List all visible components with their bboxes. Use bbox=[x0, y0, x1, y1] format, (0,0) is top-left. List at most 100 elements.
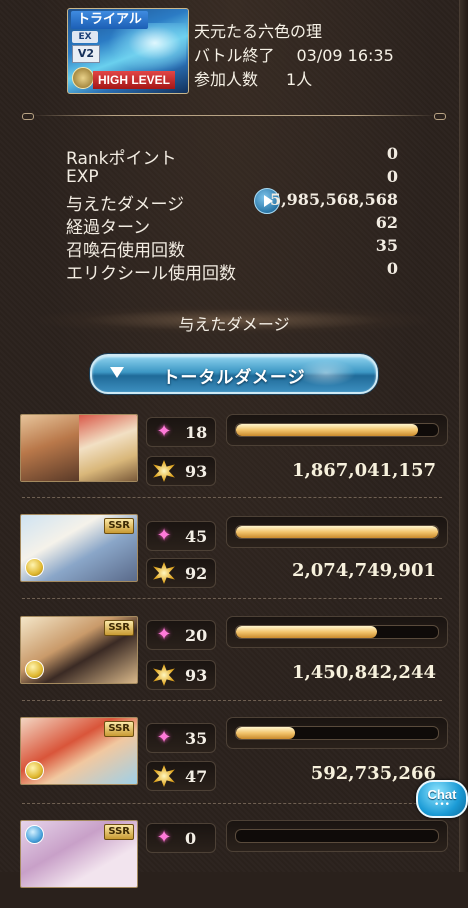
total-damage-button[interactable]: トータルダメージ bbox=[90, 354, 378, 394]
pink-star-icon: ✦ bbox=[156, 525, 172, 546]
skill-count-box: ✦ 0 bbox=[146, 823, 216, 853]
skill-count-box: ✦ 45 bbox=[146, 521, 216, 551]
stat-turns: 経過ターン 62 bbox=[66, 213, 398, 238]
damage-bar-fill bbox=[236, 526, 438, 538]
skill-count: 45 bbox=[185, 527, 208, 546]
ca-count-box: 47 bbox=[146, 761, 216, 791]
stat-value: 5,985,568,568 bbox=[269, 190, 398, 209]
stat-label: EXP bbox=[66, 167, 99, 187]
pink-star-icon: ✦ bbox=[156, 624, 172, 645]
scrollbar[interactable] bbox=[459, 0, 468, 872]
character-row: SSR ✦ 45 92 2,074,749,901 bbox=[20, 514, 448, 602]
character-row: SSR ✦ 35 47 592,735,266 bbox=[20, 717, 448, 805]
ca-count-box: 93 bbox=[146, 660, 216, 690]
character-portrait[interactable]: SSR bbox=[20, 514, 138, 582]
participants-row: 参加人数 1人 bbox=[194, 66, 312, 90]
ssr-badge: SSR bbox=[104, 721, 134, 737]
chat-dots-icon: ••• bbox=[434, 800, 450, 810]
stat-label: 召喚石使用回数 bbox=[66, 241, 185, 261]
portrait-right-half bbox=[79, 415, 137, 481]
row-separator bbox=[22, 497, 442, 498]
stat-damage: 与えたダメージ 5,985,568,568 bbox=[66, 188, 398, 215]
stat-value: 0 bbox=[386, 259, 398, 278]
portrait-left-half bbox=[21, 415, 79, 481]
divider-line bbox=[32, 115, 436, 116]
row-separator bbox=[22, 598, 442, 599]
gold-burst-icon bbox=[153, 460, 175, 482]
damage-value: 592,735,266 bbox=[310, 763, 436, 784]
light-element-icon bbox=[25, 558, 44, 577]
character-row: SSR ✦ 0 bbox=[20, 820, 448, 908]
stat-label: エリクシール使用回数 bbox=[66, 264, 236, 284]
skill-count: 0 bbox=[185, 829, 197, 848]
battle-end-time: 03/09 16:35 bbox=[296, 46, 394, 65]
stat-value: 0 bbox=[386, 167, 398, 186]
damage-bar-fill bbox=[236, 727, 295, 739]
gold-burst-icon bbox=[153, 562, 175, 584]
stat-label: Rankポイント bbox=[66, 149, 177, 169]
pink-star-icon: ✦ bbox=[156, 827, 172, 848]
light-element-icon bbox=[25, 660, 44, 679]
ssr-badge: SSR bbox=[104, 518, 134, 534]
damage-bar-track bbox=[235, 625, 439, 639]
ssr-badge: SSR bbox=[104, 620, 134, 636]
damage-bar-box bbox=[226, 414, 448, 446]
damage-bar-track bbox=[235, 726, 439, 740]
stat-summons: 召喚石使用回数 35 bbox=[66, 236, 398, 261]
level-emblem-icon bbox=[72, 67, 94, 89]
chat-button[interactable]: Chat ••• bbox=[416, 780, 468, 818]
damage-bar-box bbox=[226, 616, 448, 648]
damage-bar-box bbox=[226, 717, 448, 749]
ca-count-box: 92 bbox=[146, 558, 216, 588]
stat-value: 35 bbox=[375, 236, 398, 255]
water-element-icon bbox=[25, 825, 44, 844]
damage-section-heading: 与えたダメージ bbox=[178, 315, 290, 334]
battle-end-label: バトル終了 bbox=[194, 46, 275, 65]
damage-bar-box bbox=[226, 516, 448, 548]
damage-bar-box bbox=[226, 820, 448, 852]
stat-label: 与えたダメージ bbox=[66, 195, 185, 215]
light-element-icon bbox=[25, 761, 44, 780]
ca-count: 47 bbox=[185, 767, 208, 786]
gold-burst-icon bbox=[153, 765, 175, 787]
character-portrait[interactable]: SSR bbox=[20, 616, 138, 684]
skill-count: 20 bbox=[185, 626, 208, 645]
stat-elixirs: エリクシール使用回数 0 bbox=[66, 259, 398, 284]
character-row: SSR ✦ 20 93 1,450,842,244 bbox=[20, 616, 448, 704]
stat-value: 62 bbox=[375, 213, 398, 232]
skill-count: 18 bbox=[185, 423, 208, 442]
character-portrait[interactable] bbox=[20, 414, 138, 482]
ca-count-box: 93 bbox=[146, 456, 216, 486]
participants-label: 参加人数 bbox=[194, 70, 259, 89]
skill-count-box: ✦ 18 bbox=[146, 417, 216, 447]
gold-burst-icon bbox=[153, 664, 175, 686]
quest-title: 天元たる六色の理 bbox=[194, 22, 323, 41]
ca-count: 93 bbox=[185, 666, 208, 685]
trial-label: トライアル bbox=[71, 11, 148, 29]
ca-count: 93 bbox=[185, 462, 208, 481]
damage-value: 2,074,749,901 bbox=[291, 560, 436, 581]
participants-value: 1人 bbox=[286, 70, 313, 89]
total-damage-label: トータルダメージ bbox=[162, 368, 306, 388]
stat-rank-points: Rankポイント 0 bbox=[66, 144, 398, 169]
battle-end-row: バトル終了 03/09 16:35 bbox=[194, 42, 394, 66]
damage-bar-track bbox=[235, 525, 439, 539]
skill-count-box: ✦ 20 bbox=[146, 620, 216, 650]
stat-label: 経過ターン bbox=[66, 218, 151, 238]
damage-bar-fill bbox=[236, 424, 418, 436]
pink-star-icon: ✦ bbox=[156, 727, 172, 748]
character-row: ✦ 18 93 1,867,041,157 bbox=[20, 414, 448, 502]
skill-count: 35 bbox=[185, 729, 208, 748]
header-divider bbox=[22, 113, 446, 120]
skill-count-box: ✦ 35 bbox=[146, 723, 216, 753]
divider-ornament-right bbox=[434, 113, 446, 120]
damage-value: 1,867,041,157 bbox=[291, 460, 436, 481]
stat-value: 0 bbox=[386, 144, 398, 163]
character-portrait[interactable]: SSR bbox=[20, 717, 138, 785]
character-portrait[interactable]: SSR bbox=[20, 820, 138, 888]
banner-art bbox=[108, 23, 186, 73]
level-label: HIGH LEVEL bbox=[93, 71, 176, 89]
version-label: V2 bbox=[72, 45, 100, 63]
pink-star-icon: ✦ bbox=[156, 421, 172, 442]
row-separator bbox=[22, 700, 442, 701]
